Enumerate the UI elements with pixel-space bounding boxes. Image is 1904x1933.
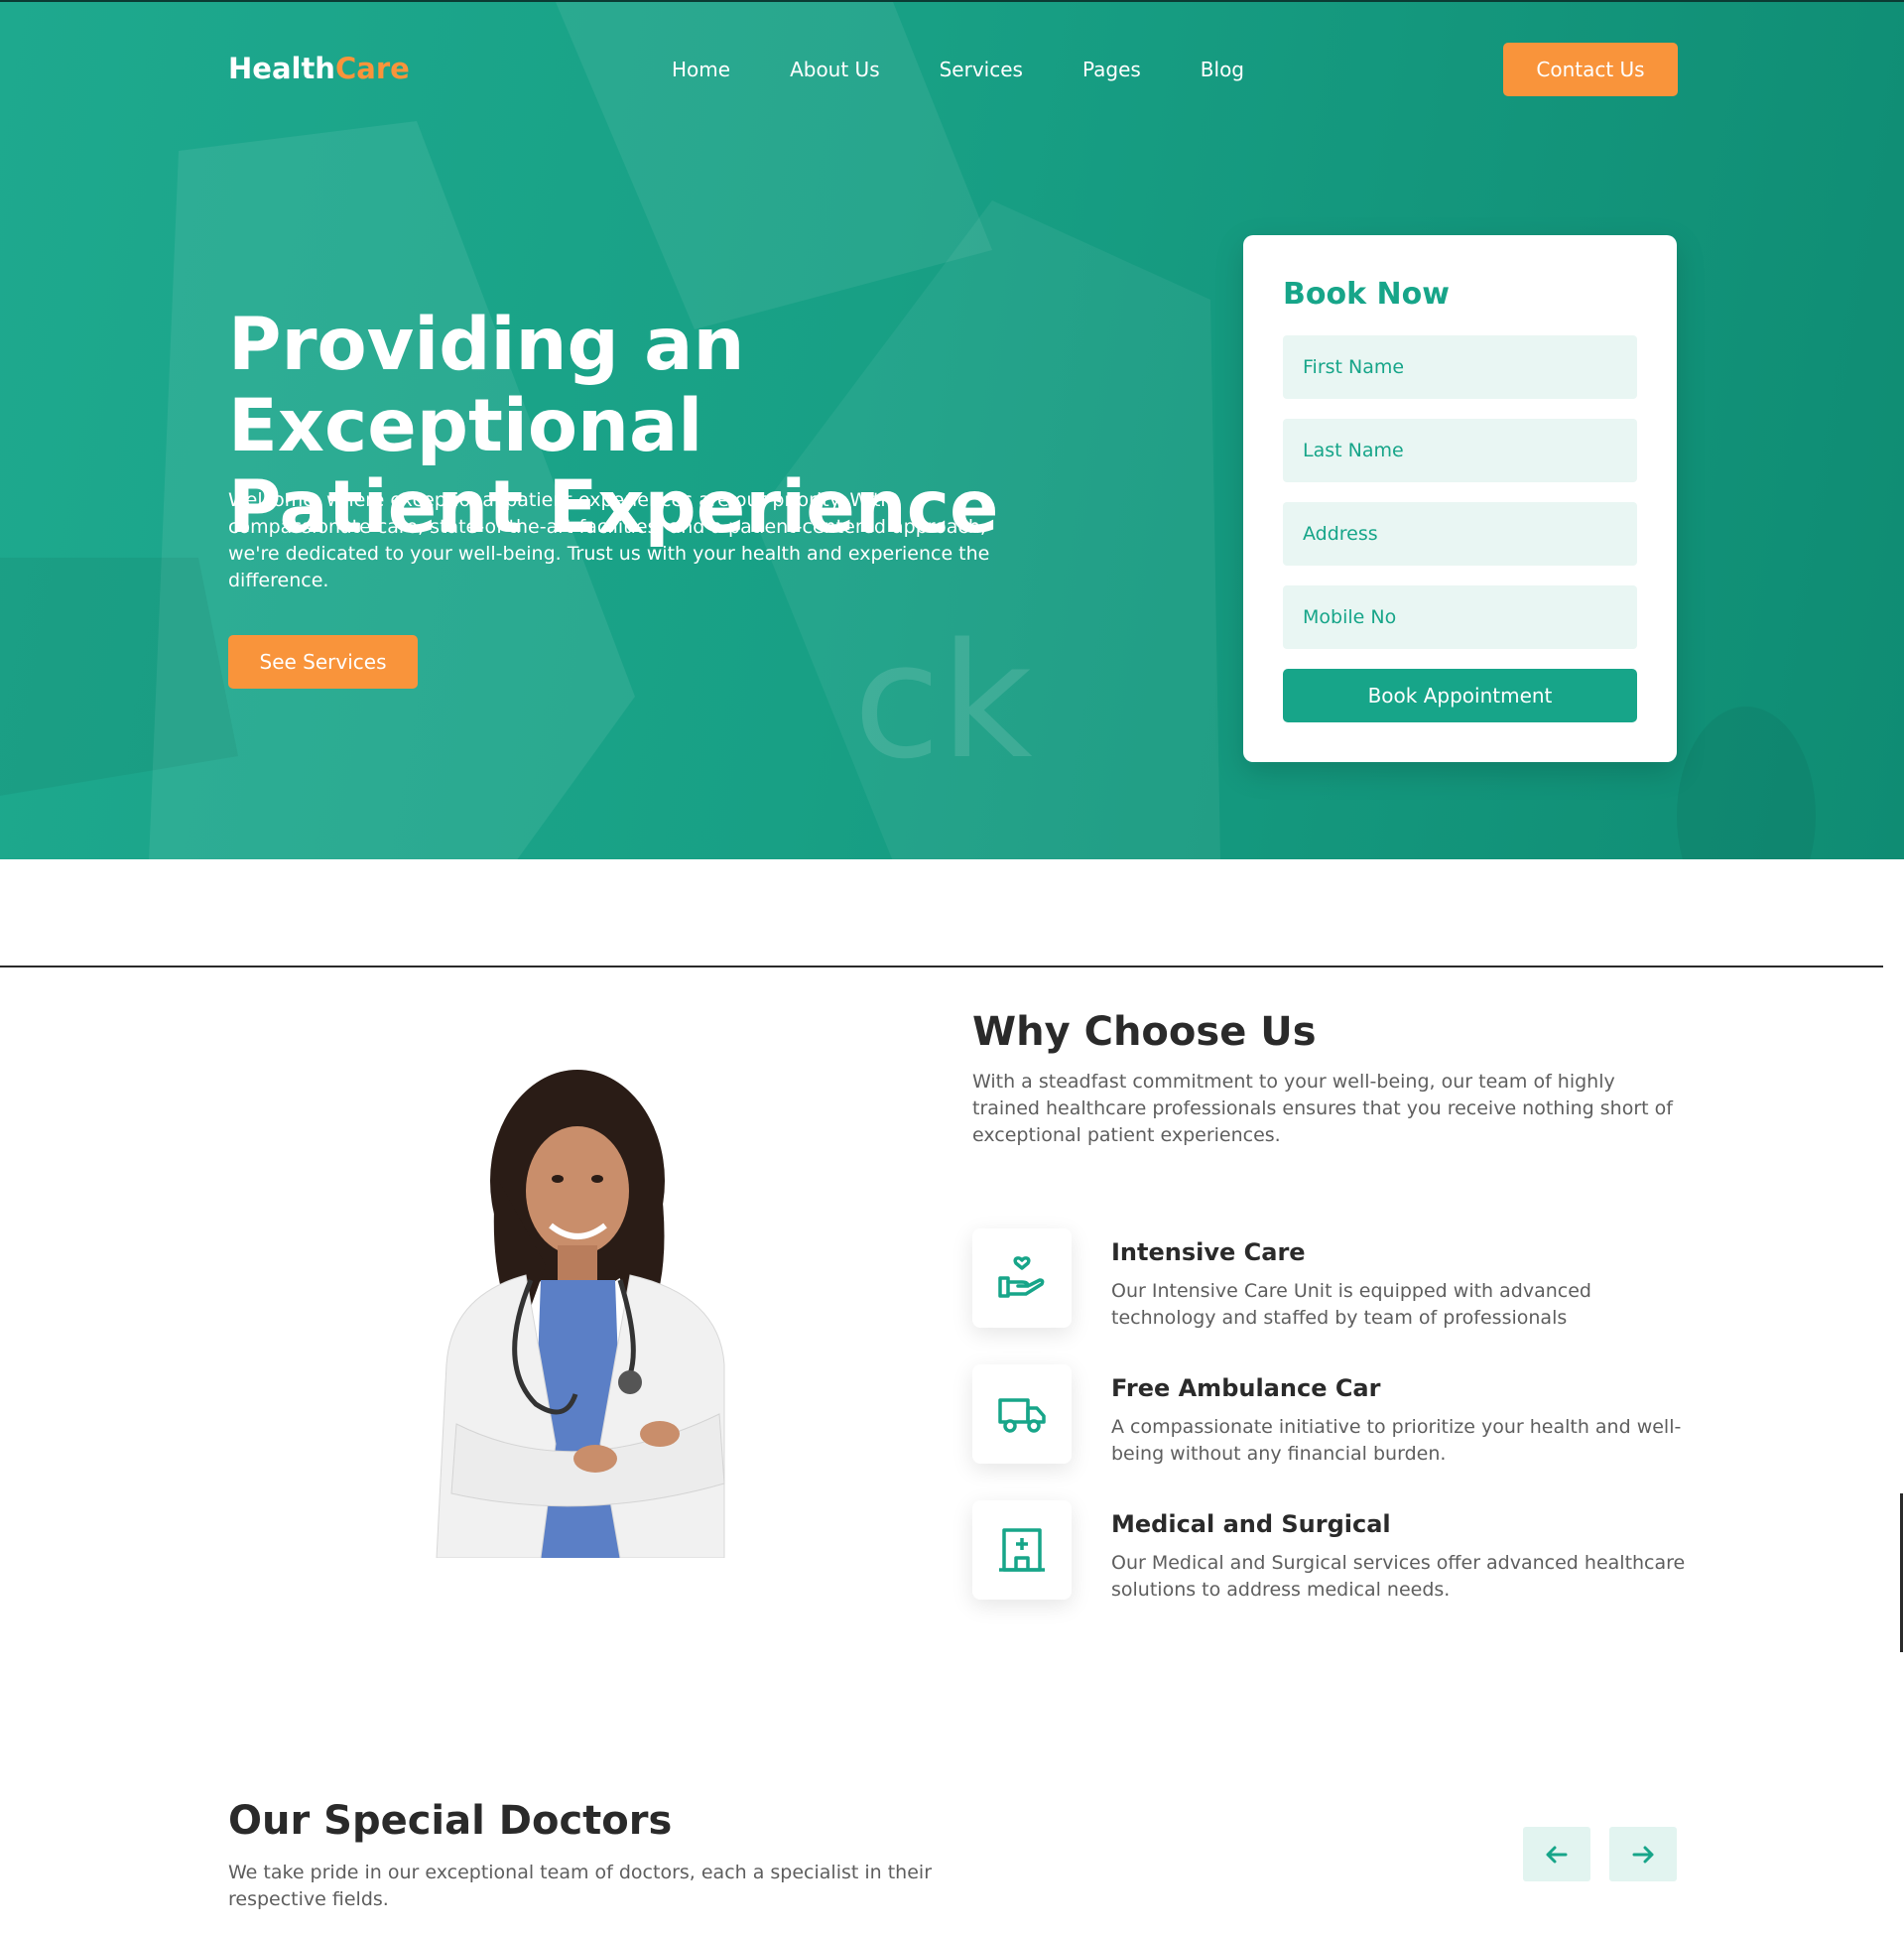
top-navbar: HealthCare Home About Us Services Pages …	[0, 2, 1904, 141]
nav-link-blog[interactable]: Blog	[1201, 58, 1244, 81]
hero-section: ck HealthCare Home About Us Services Pag…	[0, 0, 1904, 859]
arrow-right-icon	[1632, 1846, 1654, 1863]
ambulance-icon	[972, 1364, 1072, 1464]
hero-title-line-1: Providing an Exceptional	[228, 303, 745, 468]
hand-heart-icon	[972, 1228, 1072, 1328]
nav-link-services[interactable]: Services	[940, 58, 1023, 81]
special-doctors-title: Our Special Doctors	[228, 1798, 673, 1844]
feature-title: Intensive Care	[1111, 1238, 1306, 1266]
nav-link-about[interactable]: About Us	[790, 58, 880, 81]
nav-link-pages[interactable]: Pages	[1082, 58, 1141, 81]
see-services-button[interactable]: See Services	[228, 635, 418, 689]
doctor-illustration	[436, 1070, 725, 1558]
next-arrow-button[interactable]	[1609, 1827, 1677, 1881]
nav-link-home[interactable]: Home	[672, 58, 730, 81]
feature-medical-surgical: Medical and Surgical Our Medical and Sur…	[972, 1500, 1687, 1601]
booking-card: Book Now First Name Last Name Address Mo…	[1243, 235, 1677, 762]
svg-text:ck: ck	[853, 608, 1033, 794]
feature-intensive-care: Intensive Care Our Intensive Care Unit i…	[972, 1228, 1687, 1329]
feature-title: Free Ambulance Car	[1111, 1374, 1381, 1402]
mobile-number-field[interactable]: Mobile No	[1283, 585, 1637, 649]
why-choose-us-description: With a steadfast commitment to your well…	[972, 1071, 1673, 1146]
main-menu: Home About Us Services Pages Blog	[672, 58, 1304, 81]
logo-main-text: Health	[228, 52, 335, 85]
hero-description: Welcome, where exceptional patient exper…	[228, 489, 990, 591]
first-name-field[interactable]: First Name	[1283, 335, 1637, 399]
why-choose-us-title: Why Choose Us	[972, 1009, 1317, 1055]
feature-title: Medical and Surgical	[1111, 1510, 1391, 1538]
last-name-field[interactable]: Last Name	[1283, 419, 1637, 482]
logo-accent-text: Care	[334, 52, 410, 85]
feature-free-ambulance: Free Ambulance Car A compassionate initi…	[972, 1364, 1687, 1465]
brand-logo[interactable]: HealthCare	[228, 52, 410, 85]
hospital-icon	[972, 1500, 1072, 1600]
book-appointment-button[interactable]: Book Appointment	[1283, 669, 1637, 722]
address-field[interactable]: Address	[1283, 502, 1637, 566]
previous-arrow-button[interactable]	[1523, 1827, 1590, 1881]
feature-description: Our Intensive Care Unit is equipped with…	[1111, 1280, 1591, 1329]
special-doctors-description: We take pride in our exceptional team of…	[228, 1862, 933, 1910]
scrollbar-thumb[interactable]	[1900, 1493, 1903, 1652]
section-divider	[0, 966, 1883, 967]
contact-us-button[interactable]: Contact Us	[1503, 43, 1678, 96]
feature-description: A compassionate initiative to prioritize…	[1111, 1416, 1682, 1465]
arrow-left-icon	[1546, 1846, 1568, 1863]
feature-description: Our Medical and Surgical services offer …	[1111, 1552, 1686, 1601]
booking-title: Book Now	[1283, 277, 1450, 312]
